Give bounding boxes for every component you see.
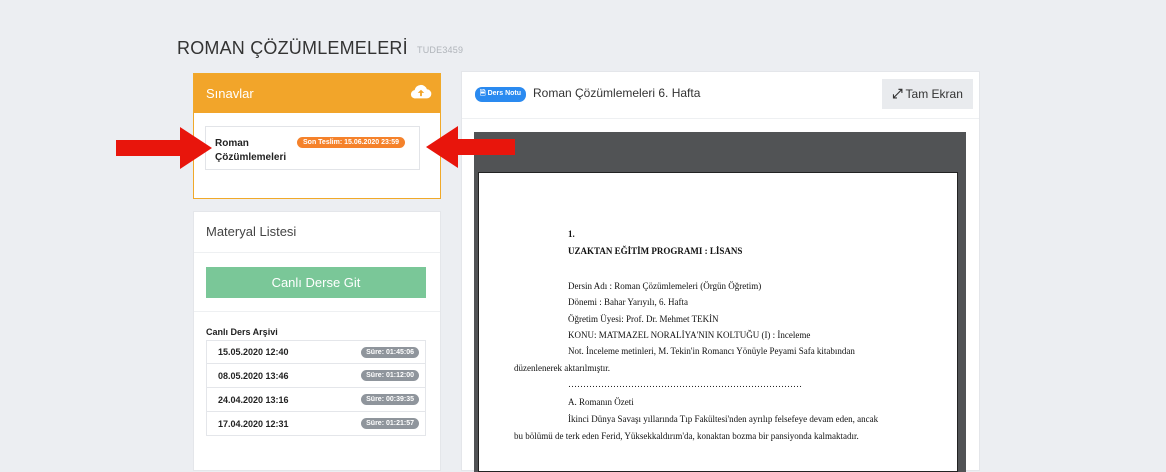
- archive-date: 15.05.2020 12:40: [218, 347, 289, 357]
- exams-header-label: Sınavlar: [206, 86, 254, 101]
- archive-row[interactable]: 24.04.2020 13:16 Süre: 00:39:35: [206, 388, 426, 412]
- duration-badge: Süre: 01:12:00: [361, 370, 419, 381]
- course-title: ROMAN ÇÖZÜMLEMELERİ: [177, 38, 408, 58]
- doc-line: A. Romanın Özeti: [568, 397, 634, 407]
- archive-title: Canlı Ders Arşivi: [206, 327, 278, 337]
- document-title: Roman Çözümlemeleri 6. Hafta: [533, 86, 701, 100]
- duration-badge: Süre: 01:45:06: [361, 346, 419, 358]
- fullscreen-label: Tam Ekran: [905, 87, 963, 101]
- doc-line: bu bölümü de terk eden Ferid, Yüksekkald…: [514, 431, 859, 441]
- doc-line: İkinci Dünya Savaşı yıllarında Tıp Fakül…: [568, 414, 879, 424]
- doc-line: Öğretim Üyesi: Prof. Dr. Mehmet TEKİN: [568, 314, 719, 324]
- archive-list: 15.05.2020 12:40 Süre: 01:45:06 08.05.20…: [206, 340, 426, 436]
- exam-name[interactable]: Roman Çözümlemeleri: [215, 137, 295, 165]
- course-code: TUDE3459: [417, 45, 464, 55]
- doc-line: UZAKTAN EĞİTİM PROGRAMI : LİSANS: [568, 246, 743, 256]
- archive-row[interactable]: 15.05.2020 12:40 Süre: 01:45:06: [206, 340, 426, 364]
- document-page: 1. UZAKTAN EĞİTİM PROGRAMI : LİSANS Ders…: [478, 172, 958, 472]
- doc-line: ……………………………………………………………………: [568, 379, 802, 389]
- lecture-note-badge-label: Ders Notu: [487, 90, 522, 97]
- cloud-upload-icon[interactable]: [410, 83, 432, 104]
- page-title: ROMAN ÇÖZÜMLEMELERİ TUDE3459: [177, 38, 463, 59]
- materials-title: Materyal Listesi: [194, 212, 440, 253]
- document-viewer[interactable]: 1. UZAKTAN EĞİTİM PROGRAMI : LİSANS Ders…: [474, 132, 966, 472]
- divider: [194, 311, 440, 312]
- archive-row[interactable]: 17.04.2020 12:31 Süre: 01:21:57: [206, 412, 426, 436]
- exams-panel: Sınavlar Roman Çözümlemeleri Son Teslim:…: [193, 73, 441, 199]
- deadline-badge: Son Teslim: 15.06.2020 23:59: [297, 137, 405, 148]
- archive-date: 24.04.2020 13:16: [218, 394, 289, 405]
- doc-line: düzenlenerek aktarılmıştır.: [514, 363, 610, 373]
- fullscreen-button[interactable]: ⤢ Tam Ekran: [882, 79, 973, 109]
- duration-badge: Süre: 01:21:57: [361, 418, 419, 429]
- exam-item[interactable]: Roman Çözümlemeleri Son Teslim: 15.06.20…: [205, 126, 420, 170]
- document-panel: 🗎 Ders Notu Roman Çözümlemeleri 6. Hafta…: [461, 71, 980, 472]
- right-arrow-icon: [116, 127, 212, 169]
- duration-badge: Süre: 00:39:35: [361, 394, 419, 405]
- exams-header: Sınavlar: [194, 74, 440, 113]
- archive-row[interactable]: 08.05.2020 13:46 Süre: 01:12:00: [206, 364, 426, 388]
- archive-date: 08.05.2020 13:46: [218, 370, 289, 381]
- doc-line: Dönemi : Bahar Yarıyılı, 6. Hafta: [568, 297, 688, 307]
- materials-panel: Materyal Listesi Canlı Derse Git Canlı D…: [193, 211, 441, 471]
- doc-line: KONU: MATMAZEL NORALİYA'NIN KOLTUĞU (I) …: [568, 330, 811, 340]
- lecture-note-badge: 🗎 Ders Notu: [475, 87, 527, 102]
- go-to-live-class-button[interactable]: Canlı Derse Git: [206, 267, 426, 298]
- doc-line: 1.: [568, 229, 575, 239]
- doc-line: Not. İnceleme metinleri, M. Tekin'in Rom…: [568, 346, 855, 356]
- expand-icon: ⤢: [892, 86, 903, 101]
- doc-line: Dersin Adı : Roman Çözümlemeleri (Örgün …: [568, 281, 762, 291]
- left-arrow-icon: [426, 126, 515, 168]
- archive-date: 17.04.2020 12:31: [218, 418, 289, 429]
- document-header: 🗎 Ders Notu Roman Çözümlemeleri 6. Hafta…: [462, 72, 979, 119]
